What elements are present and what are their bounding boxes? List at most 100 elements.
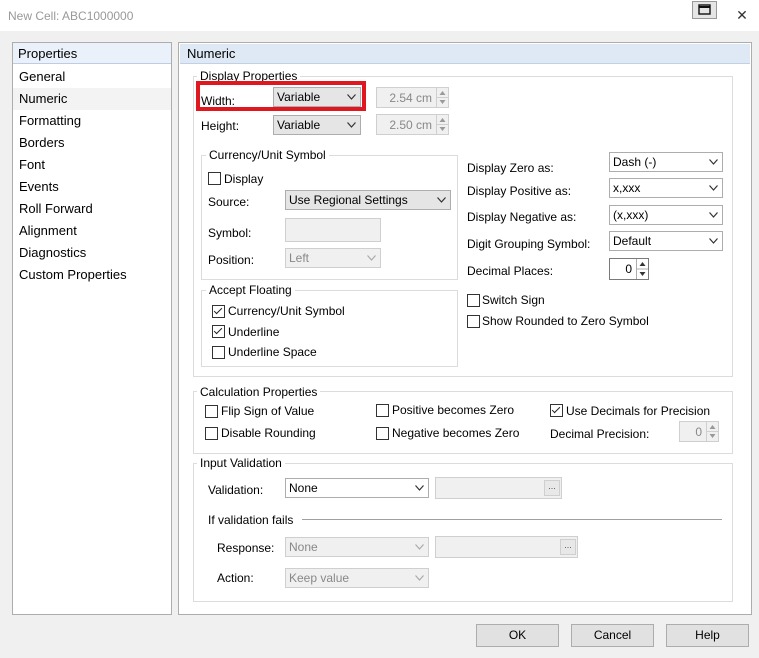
show-rounded-checkbox[interactable] — [467, 315, 480, 328]
display-negative-combo[interactable]: (x,xxx) — [609, 205, 723, 225]
sidebar-item-events[interactable]: Events — [19, 176, 59, 198]
sidebar-item-font[interactable]: Font — [19, 154, 45, 176]
position-label: Position: — [208, 253, 255, 267]
underline-space-label: Underline Space — [228, 345, 317, 359]
display-negative-value: (x,xxx) — [613, 208, 649, 222]
underline-space-checkbox[interactable] — [212, 346, 225, 359]
accept-currency-label: Currency/Unit Symbol — [228, 304, 345, 318]
ellipsis-button[interactable]: ... — [544, 480, 560, 496]
height-size-spinner[interactable]: 2.50 cm — [376, 114, 449, 135]
response-combo[interactable]: None — [285, 537, 429, 557]
response-value: None — [289, 540, 318, 554]
spinner-arrows-icon[interactable] — [436, 115, 448, 134]
width-highlight-box — [196, 81, 366, 111]
sidebar-item-diagnostics[interactable]: Diagnostics — [19, 242, 86, 264]
ellipsis-button[interactable]: ... — [560, 539, 576, 555]
chevron-down-icon — [415, 544, 424, 550]
input-validation-title: Input Validation — [197, 456, 285, 470]
window-title: New Cell: ABC1000000 — [8, 9, 134, 23]
sidebar-item-numeric[interactable]: Numeric — [13, 88, 171, 110]
spinner-arrows-icon[interactable] — [436, 88, 448, 107]
currency-symbol-title: Currency/Unit Symbol — [206, 148, 329, 162]
chevron-down-icon — [709, 159, 718, 165]
chevron-down-icon — [415, 485, 424, 491]
positive-zero-checkbox[interactable] — [376, 404, 389, 417]
underline-checkbox[interactable] — [212, 325, 225, 338]
display-zero-value: Dash (-) — [613, 155, 657, 169]
sidebar-item-general[interactable]: General — [19, 66, 65, 88]
show-rounded-label: Show Rounded to Zero Symbol — [482, 314, 649, 328]
digit-grouping-combo[interactable]: Default — [609, 231, 723, 251]
cancel-button[interactable]: Cancel — [571, 624, 654, 647]
sidebar-item-custom-properties[interactable]: Custom Properties — [19, 264, 127, 286]
action-label: Action: — [217, 571, 254, 585]
decimal-places-value: 0 — [625, 262, 632, 276]
chevron-down-icon — [437, 197, 446, 203]
chevron-down-icon — [367, 255, 376, 261]
sidebar-header-label: Properties — [18, 46, 78, 61]
decimal-places-spinner[interactable]: 0 — [609, 258, 649, 280]
disable-rounding-label: Disable Rounding — [221, 426, 316, 440]
symbol-label: Symbol: — [208, 226, 252, 240]
digit-grouping-value: Default — [613, 234, 652, 248]
disable-rounding-checkbox[interactable] — [205, 427, 218, 440]
switch-sign-checkbox[interactable] — [467, 294, 480, 307]
panel-title: Numeric — [187, 46, 236, 61]
display-zero-label: Display Zero as: — [467, 161, 554, 175]
response-input[interactable]: ... — [435, 536, 578, 558]
close-icon[interactable]: ✕ — [733, 6, 751, 24]
spinner-arrows-icon[interactable] — [636, 259, 648, 279]
switch-sign-label: Switch Sign — [482, 293, 545, 307]
decimal-precision-label: Decimal Precision: — [550, 427, 650, 441]
chevron-down-icon — [709, 185, 718, 191]
validation-value: None — [289, 481, 318, 495]
action-value: Keep value — [289, 571, 350, 585]
display-positive-value: x,xxx — [613, 181, 641, 195]
panel-header: Numeric — [180, 44, 750, 64]
position-value: Left — [289, 251, 310, 265]
ok-button[interactable]: OK — [476, 624, 559, 647]
display-positive-combo[interactable]: x,xxx — [609, 178, 723, 198]
action-combo[interactable]: Keep value — [285, 568, 429, 588]
source-combo[interactable]: Use Regional Settings — [285, 190, 451, 210]
digit-grouping-label: Digit Grouping Symbol: — [467, 237, 591, 251]
display-negative-label: Display Negative as: — [467, 210, 577, 224]
flip-sign-checkbox[interactable] — [205, 405, 218, 418]
symbol-input[interactable] — [285, 218, 381, 242]
validation-combo[interactable]: None — [285, 478, 429, 498]
restore-icon[interactable] — [692, 1, 717, 19]
calculation-properties-group — [193, 391, 733, 454]
height-combo[interactable]: Variable — [273, 115, 361, 135]
use-decimals-label: Use Decimals for Precision — [566, 404, 711, 418]
validation-label: Validation: — [208, 483, 264, 497]
validation-input[interactable]: ... — [435, 477, 562, 499]
position-combo[interactable]: Left — [285, 248, 381, 268]
source-label: Source: — [208, 195, 250, 209]
height-label: Height: — [201, 119, 240, 133]
flip-sign-label: Flip Sign of Value — [221, 404, 315, 418]
properties-sidebar: Properties General Numeric Formatting Bo… — [12, 42, 172, 615]
display-currency-checkbox[interactable] — [208, 172, 221, 185]
validation-fails-label: If validation fails — [208, 513, 294, 527]
sidebar-item-borders[interactable]: Borders — [19, 132, 65, 154]
use-decimals-checkbox[interactable] — [550, 404, 563, 417]
decimal-precision-spinner[interactable]: 0 — [679, 421, 719, 442]
sidebar-item-roll-forward[interactable]: Roll Forward — [19, 198, 93, 220]
underline-label: Underline — [228, 325, 280, 339]
chevron-down-icon — [709, 238, 718, 244]
display-currency-label: Display — [224, 172, 264, 186]
width-size-spinner[interactable]: 2.54 cm — [376, 87, 449, 108]
sidebar-item-formatting[interactable]: Formatting — [19, 110, 81, 132]
accept-currency-checkbox[interactable] — [212, 305, 225, 318]
sidebar-item-alignment[interactable]: Alignment — [19, 220, 77, 242]
sidebar-header: Properties — [13, 43, 171, 64]
decimal-precision-value: 0 — [695, 425, 702, 439]
positive-zero-label: Positive becomes Zero — [392, 403, 515, 417]
negative-zero-checkbox[interactable] — [376, 427, 389, 440]
decimal-places-label: Decimal Places: — [467, 264, 554, 278]
spinner-arrows-icon[interactable] — [706, 422, 718, 441]
help-button[interactable]: Help — [666, 624, 749, 647]
source-value: Use Regional Settings — [289, 193, 408, 207]
display-zero-combo[interactable]: Dash (-) — [609, 152, 723, 172]
display-positive-label: Display Positive as: — [467, 184, 572, 198]
